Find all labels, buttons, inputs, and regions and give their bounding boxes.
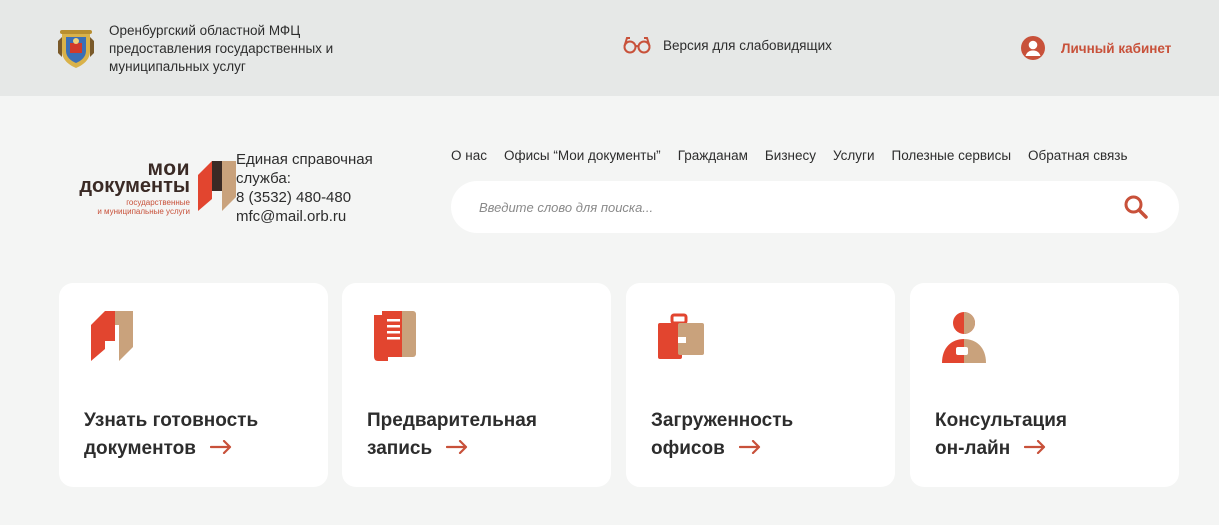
site-logo[interactable]: мои документы государственные и муниципа… xyxy=(58,158,238,218)
org-title-line: предоставления государственных и xyxy=(109,41,334,56)
card-title: Предварительная запись xyxy=(367,407,597,463)
card-title-line: Загруженность xyxy=(651,410,794,431)
card-title-line: документов xyxy=(84,435,314,463)
card-title-text: он-лайн xyxy=(935,438,1011,459)
pre-registration-icon xyxy=(374,311,416,361)
accessibility-label: Версия для слабовидящих xyxy=(663,37,832,53)
office-load-icon xyxy=(658,313,704,359)
card-title-text: запись xyxy=(367,438,433,459)
card-title-line: он-лайн xyxy=(935,435,1165,463)
hotline-block: Единая справочная служба: 8 (3532) 480-4… xyxy=(236,150,401,226)
card-online-consultation[interactable]: Консультация он-лайн xyxy=(910,283,1179,487)
user-icon xyxy=(1021,36,1045,60)
logo-subtitle: и муниципальные услуги xyxy=(97,207,190,216)
card-title: Узнать готовность документов xyxy=(84,407,314,463)
card-office-load[interactable]: Загруженность офисов xyxy=(626,283,895,487)
logo-subtitle: государственные xyxy=(126,198,190,207)
card-title-line: офисов xyxy=(651,435,881,463)
card-title-line: Консультация xyxy=(935,410,1067,431)
hotline-email[interactable]: mfc@mail.orb.ru xyxy=(236,207,401,226)
arrow-right-icon xyxy=(1024,440,1046,455)
card-title-text: документов xyxy=(84,438,196,459)
search-input[interactable] xyxy=(479,181,1079,233)
nav-item-services[interactable]: Услуги xyxy=(833,148,875,163)
logo-word-main: документы xyxy=(79,175,190,197)
glasses-icon xyxy=(623,37,651,54)
hotline-title: Единая справочная xyxy=(236,151,373,168)
online-consultation-icon xyxy=(942,312,986,363)
hotline-title: служба: xyxy=(236,170,291,187)
search-icon[interactable] xyxy=(1123,194,1149,220)
card-title-text: офисов xyxy=(651,438,725,459)
main-nav: О нас Офисы “Мои документы” Гражданам Би… xyxy=(451,148,1128,163)
arrow-right-icon xyxy=(209,440,232,455)
nav-item-about[interactable]: О нас xyxy=(451,148,487,163)
card-pre-registration[interactable]: Предварительная запись xyxy=(342,283,611,487)
logo-mark-icon xyxy=(198,161,236,211)
hotline-phone[interactable]: 8 (3532) 480-480 xyxy=(236,188,401,207)
cabinet-label: Личный кабинет xyxy=(1061,40,1172,56)
personal-cabinet-link[interactable]: Личный кабинет xyxy=(1020,35,1171,61)
nav-item-useful-services[interactable]: Полезные сервисы xyxy=(892,148,1012,163)
nav-item-citizens[interactable]: Гражданам xyxy=(678,148,748,163)
document-readiness-icon xyxy=(91,311,133,361)
card-title-line: Предварительная xyxy=(367,410,537,431)
search-bar xyxy=(451,181,1179,233)
card-document-readiness[interactable]: Узнать готовность документов xyxy=(59,283,328,487)
arrow-right-icon xyxy=(446,440,468,455)
arrow-right-icon xyxy=(738,440,760,455)
card-title-line: Узнать готовность xyxy=(84,410,259,431)
nav-item-feedback[interactable]: Обратная связь xyxy=(1028,148,1127,163)
card-title-line: запись xyxy=(367,435,597,463)
coat-of-arms-icon xyxy=(58,30,94,68)
card-title: Загруженность офисов xyxy=(651,407,881,463)
accessibility-version-link[interactable]: Версия для слабовидящих xyxy=(623,36,832,54)
org-title-line: Оренбургский областной МФЦ xyxy=(109,23,301,38)
org-title-line: муниципальных услуг xyxy=(109,59,246,74)
top-bar: Оренбургский областной МФЦ предоставлени… xyxy=(0,0,1219,96)
nav-item-offices[interactable]: Офисы “Мои документы” xyxy=(504,148,661,163)
card-title: Консультация он-лайн xyxy=(935,407,1165,463)
nav-item-business[interactable]: Бизнесу xyxy=(765,148,816,163)
org-title: Оренбургский областной МФЦ предоставлени… xyxy=(109,22,379,76)
